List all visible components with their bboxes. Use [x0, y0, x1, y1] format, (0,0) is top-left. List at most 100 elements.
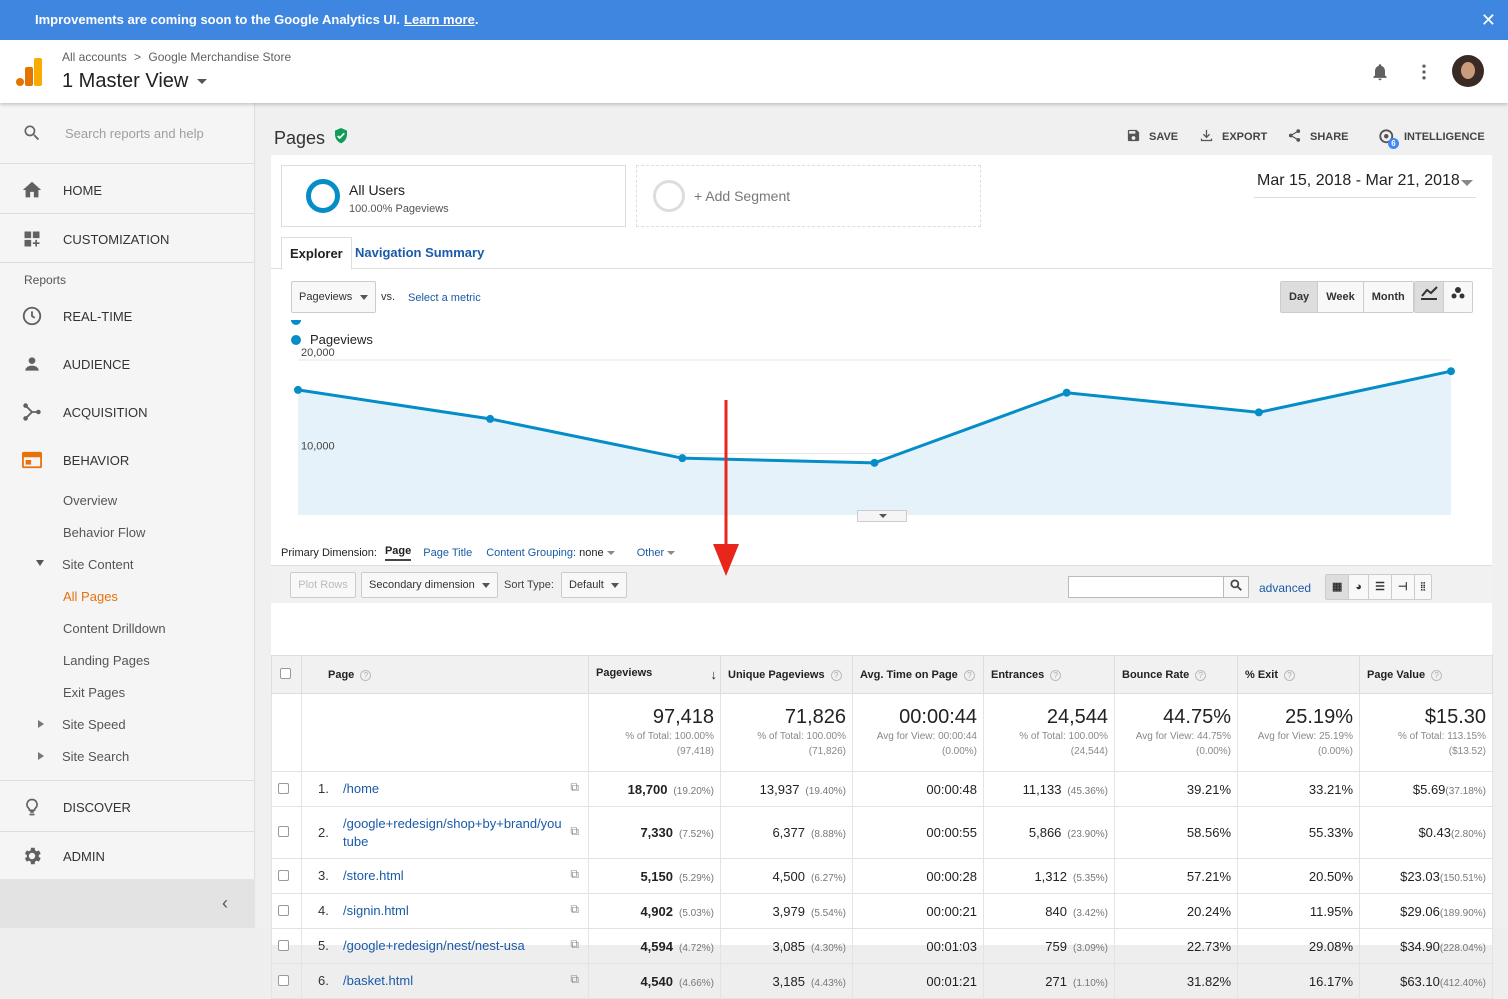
segment-all-users[interactable]: All Users 100.00% Pageviews [281, 165, 626, 227]
notifications-bell-icon[interactable] [1370, 62, 1390, 87]
page-link[interactable]: /store.html [343, 867, 562, 885]
row-checkbox[interactable] [278, 939, 289, 951]
sidebar-item-site-search[interactable]: Site Search [62, 749, 129, 764]
collapse-sidebar-bar[interactable]: ‹ [0, 879, 255, 928]
column-header[interactable]: % Exit? [1237, 655, 1360, 694]
page-link[interactable]: /google+redesign/shop+by+brand/youtube [343, 815, 562, 851]
comparison-icon[interactable]: ⊣ [1391, 575, 1415, 599]
pageviews-chart[interactable]: 20,00010,000...Mar 16Mar 17Mar 18Mar 19M… [271, 320, 1492, 515]
sidebar-item-admin[interactable]: ADMIN [0, 832, 255, 880]
period-day-button[interactable]: Day [1281, 282, 1319, 312]
row-checkbox-cell[interactable] [271, 771, 302, 807]
term-cloud-icon[interactable]: ⦙⦙ [1414, 575, 1432, 599]
line-chart-icon[interactable] [1415, 282, 1444, 312]
data-table-icon[interactable]: ▦ [1326, 575, 1350, 599]
analytics-logo-icon[interactable] [16, 58, 42, 86]
advanced-filter-link[interactable]: advanced [1259, 581, 1311, 595]
learn-more-link[interactable]: Learn more [404, 12, 475, 27]
page-link[interactable]: /signin.html [343, 902, 562, 920]
content-grouping-select[interactable]: Content Grouping: none [486, 547, 615, 559]
column-header[interactable]: Pageviews ↓ [588, 655, 721, 694]
open-external-icon[interactable]: ⧉ [570, 937, 579, 952]
period-week-button[interactable]: Week [1318, 282, 1364, 312]
open-external-icon[interactable]: ⧉ [570, 824, 579, 839]
column-header[interactable]: Page Value? [1359, 655, 1493, 694]
sidebar-item-discover[interactable]: DISCOVER [0, 783, 255, 831]
sort-type-select[interactable]: Default [561, 572, 627, 598]
date-range-selector[interactable]: Mar 15, 2018 - Mar 21, 2018 [1254, 170, 1476, 198]
row-checkbox[interactable] [278, 782, 289, 794]
help-icon[interactable]: ? [1050, 669, 1062, 681]
table-row[interactable]: 1. /home ⧉ 18,700 (19.20%) 13,937 (19.40%) 00:0… [271, 771, 1493, 807]
breadcrumb-account[interactable]: Google Merchandise Store [148, 50, 291, 64]
expanded-arrow-icon[interactable] [36, 560, 44, 566]
plot-rows-button[interactable]: Plot Rows [290, 572, 356, 598]
help-icon[interactable]: ? [1195, 669, 1207, 681]
table-search-input[interactable] [1068, 576, 1224, 598]
metric-select[interactable]: Pageviews [291, 281, 376, 313]
row-checkbox[interactable] [278, 869, 289, 881]
export-button[interactable]: EXPORT [1199, 128, 1267, 146]
help-icon[interactable]: ? [830, 669, 842, 681]
help-icon[interactable]: ? [360, 669, 372, 681]
sidebar-item-home[interactable]: HOME [0, 165, 255, 215]
collapsed-arrow-icon[interactable] [38, 752, 44, 760]
sidebar-item-content-drilldown[interactable]: Content Drilldown [63, 621, 166, 636]
collapsed-arrow-icon[interactable] [38, 720, 44, 728]
row-checkbox-cell[interactable] [271, 893, 302, 929]
table-row[interactable]: 5. /google+redesign/nest/nest-usa ⧉ 4,594 (4… [271, 928, 1493, 964]
select-metric-link[interactable]: Select a metric [408, 292, 481, 304]
page-link[interactable]: /home [343, 780, 562, 798]
sidebar-item-exit-pages[interactable]: Exit Pages [63, 685, 125, 700]
column-header[interactable]: Page? [301, 655, 589, 694]
row-checkbox[interactable] [278, 974, 289, 986]
page-link[interactable]: /google+redesign/nest/nest-usa [343, 937, 562, 955]
sidebar-item-behavior[interactable]: BEHAVIOR [0, 437, 255, 483]
save-button[interactable]: SAVE [1126, 128, 1178, 146]
search-reports[interactable]: Search reports and help [0, 103, 255, 163]
sidebar-item-realtime[interactable]: REAL-TIME [0, 293, 255, 339]
view-selector[interactable]: 1 Master View [62, 70, 208, 93]
column-header[interactable]: Bounce Rate? [1114, 655, 1238, 694]
pie-view-icon[interactable]: ◕ [1349, 575, 1370, 599]
row-checkbox-cell[interactable] [271, 858, 302, 894]
row-checkbox-cell[interactable] [271, 928, 302, 964]
intelligence-button[interactable]: 6 INTELLIGENCE [1378, 128, 1485, 149]
row-checkbox-cell[interactable] [271, 963, 302, 999]
sidebar-item-landing-pages[interactable]: Landing Pages [63, 653, 150, 668]
table-row[interactable]: 6. /basket.html ⧉ 4,540 (4.66%) 3,185 (4.43%) 0… [271, 963, 1493, 999]
period-month-button[interactable]: Month [1363, 282, 1413, 312]
help-icon[interactable]: ? [1431, 669, 1443, 681]
row-checkbox[interactable] [278, 904, 289, 916]
row-checkbox[interactable] [278, 826, 289, 837]
tab-navigation-summary[interactable]: Navigation Summary [347, 237, 492, 269]
table-row[interactable]: 2. /google+redesign/shop+by+brand/youtube… [271, 806, 1493, 859]
share-button[interactable]: SHARE [1287, 128, 1349, 146]
chart-collapse-handle[interactable] [857, 510, 907, 522]
secondary-dimension-select[interactable]: Secondary dimension [361, 572, 498, 598]
tab-explorer[interactable]: Explorer [281, 237, 352, 270]
row-checkbox-cell[interactable] [271, 806, 302, 859]
sidebar-item-customization[interactable]: CUSTOMIZATION [0, 214, 255, 264]
select-all-cell[interactable] [271, 655, 302, 694]
chevron-left-icon[interactable]: ‹ [222, 893, 228, 914]
sidebar-item-acquisition[interactable]: ACQUISITION [0, 389, 255, 435]
table-row[interactable]: 3. /store.html ⧉ 5,150 (5.29%) 4,500 (6.27%) 00… [271, 858, 1493, 894]
search-input[interactable]: Search reports and help [65, 126, 204, 141]
sidebar-item-overview[interactable]: Overview [63, 493, 117, 508]
user-avatar[interactable] [1452, 55, 1484, 87]
other-dimension-select[interactable]: Other [637, 547, 676, 559]
sidebar-item-site-content[interactable]: Site Content [62, 557, 134, 572]
open-external-icon[interactable]: ⧉ [570, 867, 579, 882]
close-banner-icon[interactable]: ✕ [1481, 0, 1496, 40]
page-link[interactable]: /basket.html [343, 972, 562, 990]
table-row[interactable]: 4. /signin.html ⧉ 4,902 (5.03%) 3,979 (5.54%) 0… [271, 893, 1493, 929]
sidebar-item-all-pages[interactable]: All Pages [63, 589, 118, 604]
dimension-page[interactable]: Page [384, 545, 412, 561]
open-external-icon[interactable]: ⧉ [570, 902, 579, 917]
sort-desc-icon[interactable]: ↓ [711, 667, 718, 682]
column-header[interactable]: Unique Pageviews? [720, 655, 853, 694]
select-all-checkbox[interactable] [280, 667, 291, 679]
performance-bar-icon[interactable]: ☰ [1369, 575, 1392, 599]
more-options-icon[interactable] [1414, 62, 1434, 87]
